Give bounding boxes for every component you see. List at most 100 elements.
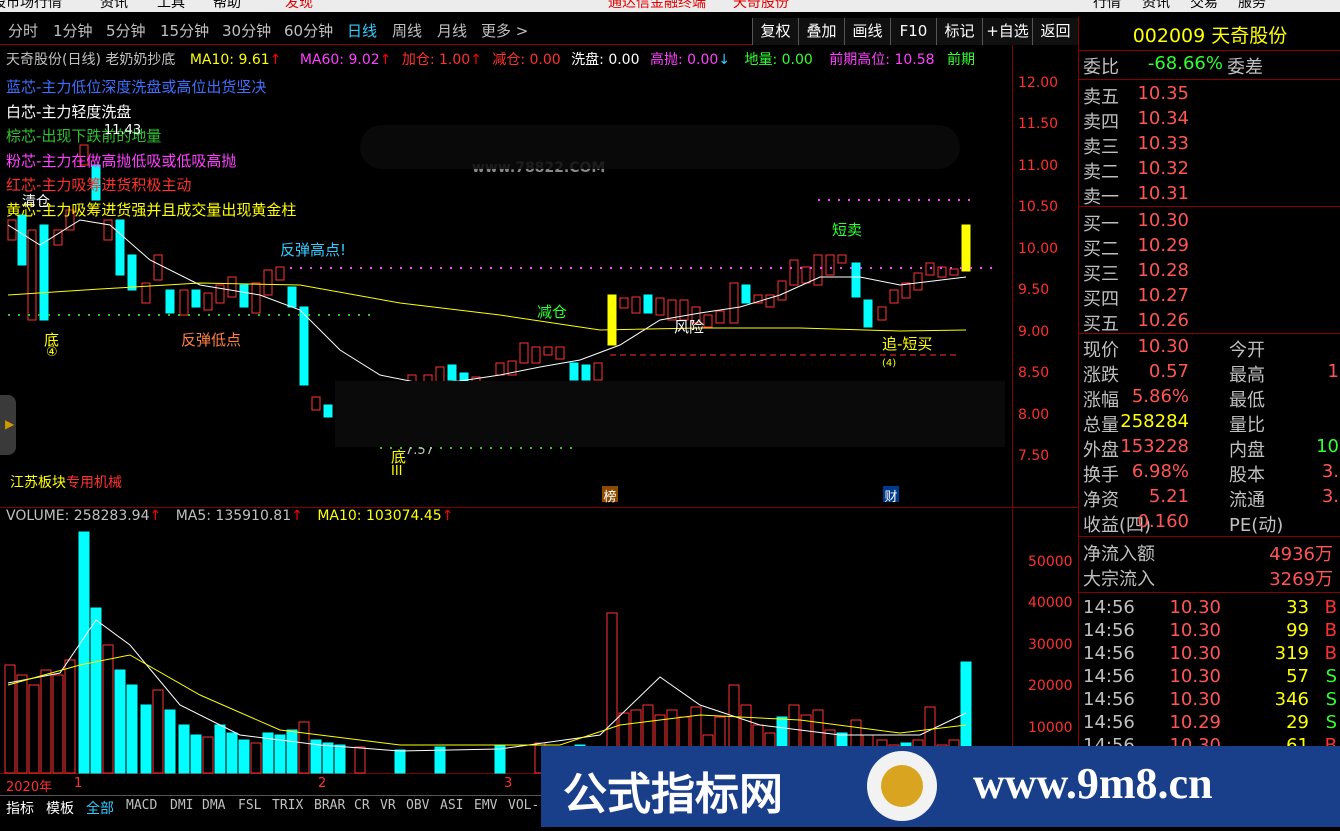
candle xyxy=(299,306,309,386)
tab-emv[interactable]: EMV xyxy=(474,798,497,813)
sell-price: 10.31 xyxy=(1137,183,1189,204)
candle xyxy=(27,229,37,321)
overlay-button[interactable]: 叠加 xyxy=(798,18,844,45)
stat-value-2: 3. xyxy=(1321,461,1339,482)
tab-monthly[interactable]: 月线 xyxy=(437,20,467,41)
annotation-roman3: III xyxy=(391,464,403,479)
menu-news[interactable]: 资讯 xyxy=(100,0,128,12)
tab-trix[interactable]: TRIX xyxy=(272,798,303,813)
tick-side: B xyxy=(1324,597,1337,618)
tab-template[interactable]: 模板 xyxy=(46,798,74,818)
date-label: 1 xyxy=(74,776,83,791)
candle xyxy=(7,219,17,241)
candle xyxy=(777,280,787,301)
cai-badge[interactable]: 财 xyxy=(883,486,899,505)
sell-level-row: 卖五 10.35 xyxy=(1079,83,1340,108)
stat-row: 总量 258284 量比 xyxy=(1079,411,1340,436)
sell-price: 10.35 xyxy=(1137,83,1189,104)
tick-volume: 33 xyxy=(1286,597,1309,618)
menu-discover[interactable]: 发现 xyxy=(285,0,313,12)
tick-price: 10.30 xyxy=(1169,620,1221,641)
sell-label: 卖三 xyxy=(1083,137,1119,158)
buy-price: 10.27 xyxy=(1137,285,1189,306)
tab-all[interactable]: 全部 xyxy=(86,798,114,818)
candle xyxy=(961,224,971,272)
annotation-fengxian: 风险 xyxy=(674,318,705,336)
tab-daily[interactable]: 日线 xyxy=(347,20,377,41)
volume-bar xyxy=(164,709,176,774)
fuquan-button[interactable]: 复权 xyxy=(752,18,798,45)
stat-value: 6.98% xyxy=(1131,461,1189,482)
stat-row: 换手 6.98% 股本 3. xyxy=(1079,461,1340,486)
candle xyxy=(643,294,653,314)
back-button[interactable]: 返回 xyxy=(1032,18,1078,45)
tab-fsl[interactable]: FSL xyxy=(238,798,261,813)
draw-button[interactable]: 画线 xyxy=(844,18,890,45)
jiancang-value: 减仓: 0.00 xyxy=(492,52,561,68)
tab-brar[interactable]: BRAR xyxy=(314,798,345,813)
stat-label-2: PE(动) xyxy=(1229,515,1284,536)
tab-dma[interactable]: DMA xyxy=(202,798,225,813)
tab-1min[interactable]: 1分钟 xyxy=(53,20,93,41)
tick-price: 10.30 xyxy=(1169,597,1221,618)
tab-vol[interactable]: VOL- xyxy=(508,798,539,813)
tick-price: 10.30 xyxy=(1169,666,1221,687)
stat-value: 5.86% xyxy=(1131,386,1189,407)
tick-volume: 29 xyxy=(1286,712,1309,733)
tab-60min[interactable]: 60分钟 xyxy=(284,20,333,41)
indicator-tab-bar: 指标 模板 全部 MACD DMI DMA FSL TRIX BRAR CR V… xyxy=(0,795,545,817)
mark-button[interactable]: 标记 xyxy=(936,18,982,45)
menu-help[interactable]: 帮助 xyxy=(213,0,241,12)
buy-level-row: 买一 10.30 xyxy=(1079,210,1340,235)
candle xyxy=(531,346,541,364)
menu-news-right[interactable]: 资讯 xyxy=(1142,0,1170,12)
chart-header: 天奇股份(日线) 老奶奶抄底 MA10: 9.61↑ MA60: 9.02↑ 加… xyxy=(6,52,975,68)
tab-more[interactable]: 更多 > xyxy=(481,20,528,41)
tab-dmi[interactable]: DMI xyxy=(170,798,193,813)
menu-market[interactable]: 股市场行情 xyxy=(0,0,62,12)
price-tick: 9.50 xyxy=(1018,282,1050,298)
sell-price: 10.33 xyxy=(1137,133,1189,154)
stat-label-2: 量比 xyxy=(1229,415,1265,436)
menu-trade[interactable]: 交易 xyxy=(1190,0,1218,12)
side-collapse-handle[interactable]: ▶ xyxy=(0,395,16,455)
tab-macd[interactable]: MACD xyxy=(126,798,157,813)
tab-fenshi[interactable]: 分时 xyxy=(8,20,38,41)
menu-quotes[interactable]: 行情 xyxy=(1093,0,1121,12)
tab-indicator[interactable]: 指标 xyxy=(6,798,34,818)
candle xyxy=(275,266,285,281)
tab-30min[interactable]: 30分钟 xyxy=(222,20,271,41)
netflow-row: 净流入额 4936万 xyxy=(1079,540,1340,565)
volume-bar xyxy=(354,746,366,774)
kline-chart[interactable]: 天奇股份(日线) 老奶奶抄底 MA10: 9.61↑ MA60: 9.02↑ 加… xyxy=(0,45,1078,827)
bang-badge[interactable]: 榜 xyxy=(602,486,618,505)
candle xyxy=(877,306,887,321)
tab-weekly[interactable]: 周线 xyxy=(392,20,422,41)
tick-time: 14:56 xyxy=(1083,689,1135,710)
candle xyxy=(901,282,911,299)
menu-service[interactable]: 服务 xyxy=(1238,0,1266,12)
add-favorite-button[interactable]: +自选 xyxy=(982,18,1032,45)
volume-bar xyxy=(178,724,190,774)
buy-label: 买四 xyxy=(1083,289,1119,310)
tab-asi[interactable]: ASI xyxy=(440,798,463,813)
f10-button[interactable]: F10 xyxy=(890,18,936,45)
menu-tools[interactable]: 工具 xyxy=(157,0,185,12)
price-tick: 10.50 xyxy=(1018,199,1059,215)
tab-vr[interactable]: VR xyxy=(380,798,396,813)
sell-label: 卖二 xyxy=(1083,162,1119,183)
candle xyxy=(741,284,751,304)
tab-cr[interactable]: CR xyxy=(354,798,370,813)
sell-level-row: 卖四 10.34 xyxy=(1079,108,1340,133)
tab-5min[interactable]: 5分钟 xyxy=(106,20,146,41)
tab-obv[interactable]: OBV xyxy=(406,798,429,813)
price-tick: 9.00 xyxy=(1018,324,1050,340)
block-label[interactable]: 江苏板块专用机械 xyxy=(10,472,122,492)
candle xyxy=(851,262,861,298)
candle xyxy=(239,284,249,308)
stat-value: 153228 xyxy=(1120,436,1189,457)
block-name-2: 专用机械 xyxy=(66,475,122,491)
stock-name: 天奇股份 xyxy=(1211,25,1288,47)
candle xyxy=(153,254,163,281)
tab-15min[interactable]: 15分钟 xyxy=(160,20,209,41)
